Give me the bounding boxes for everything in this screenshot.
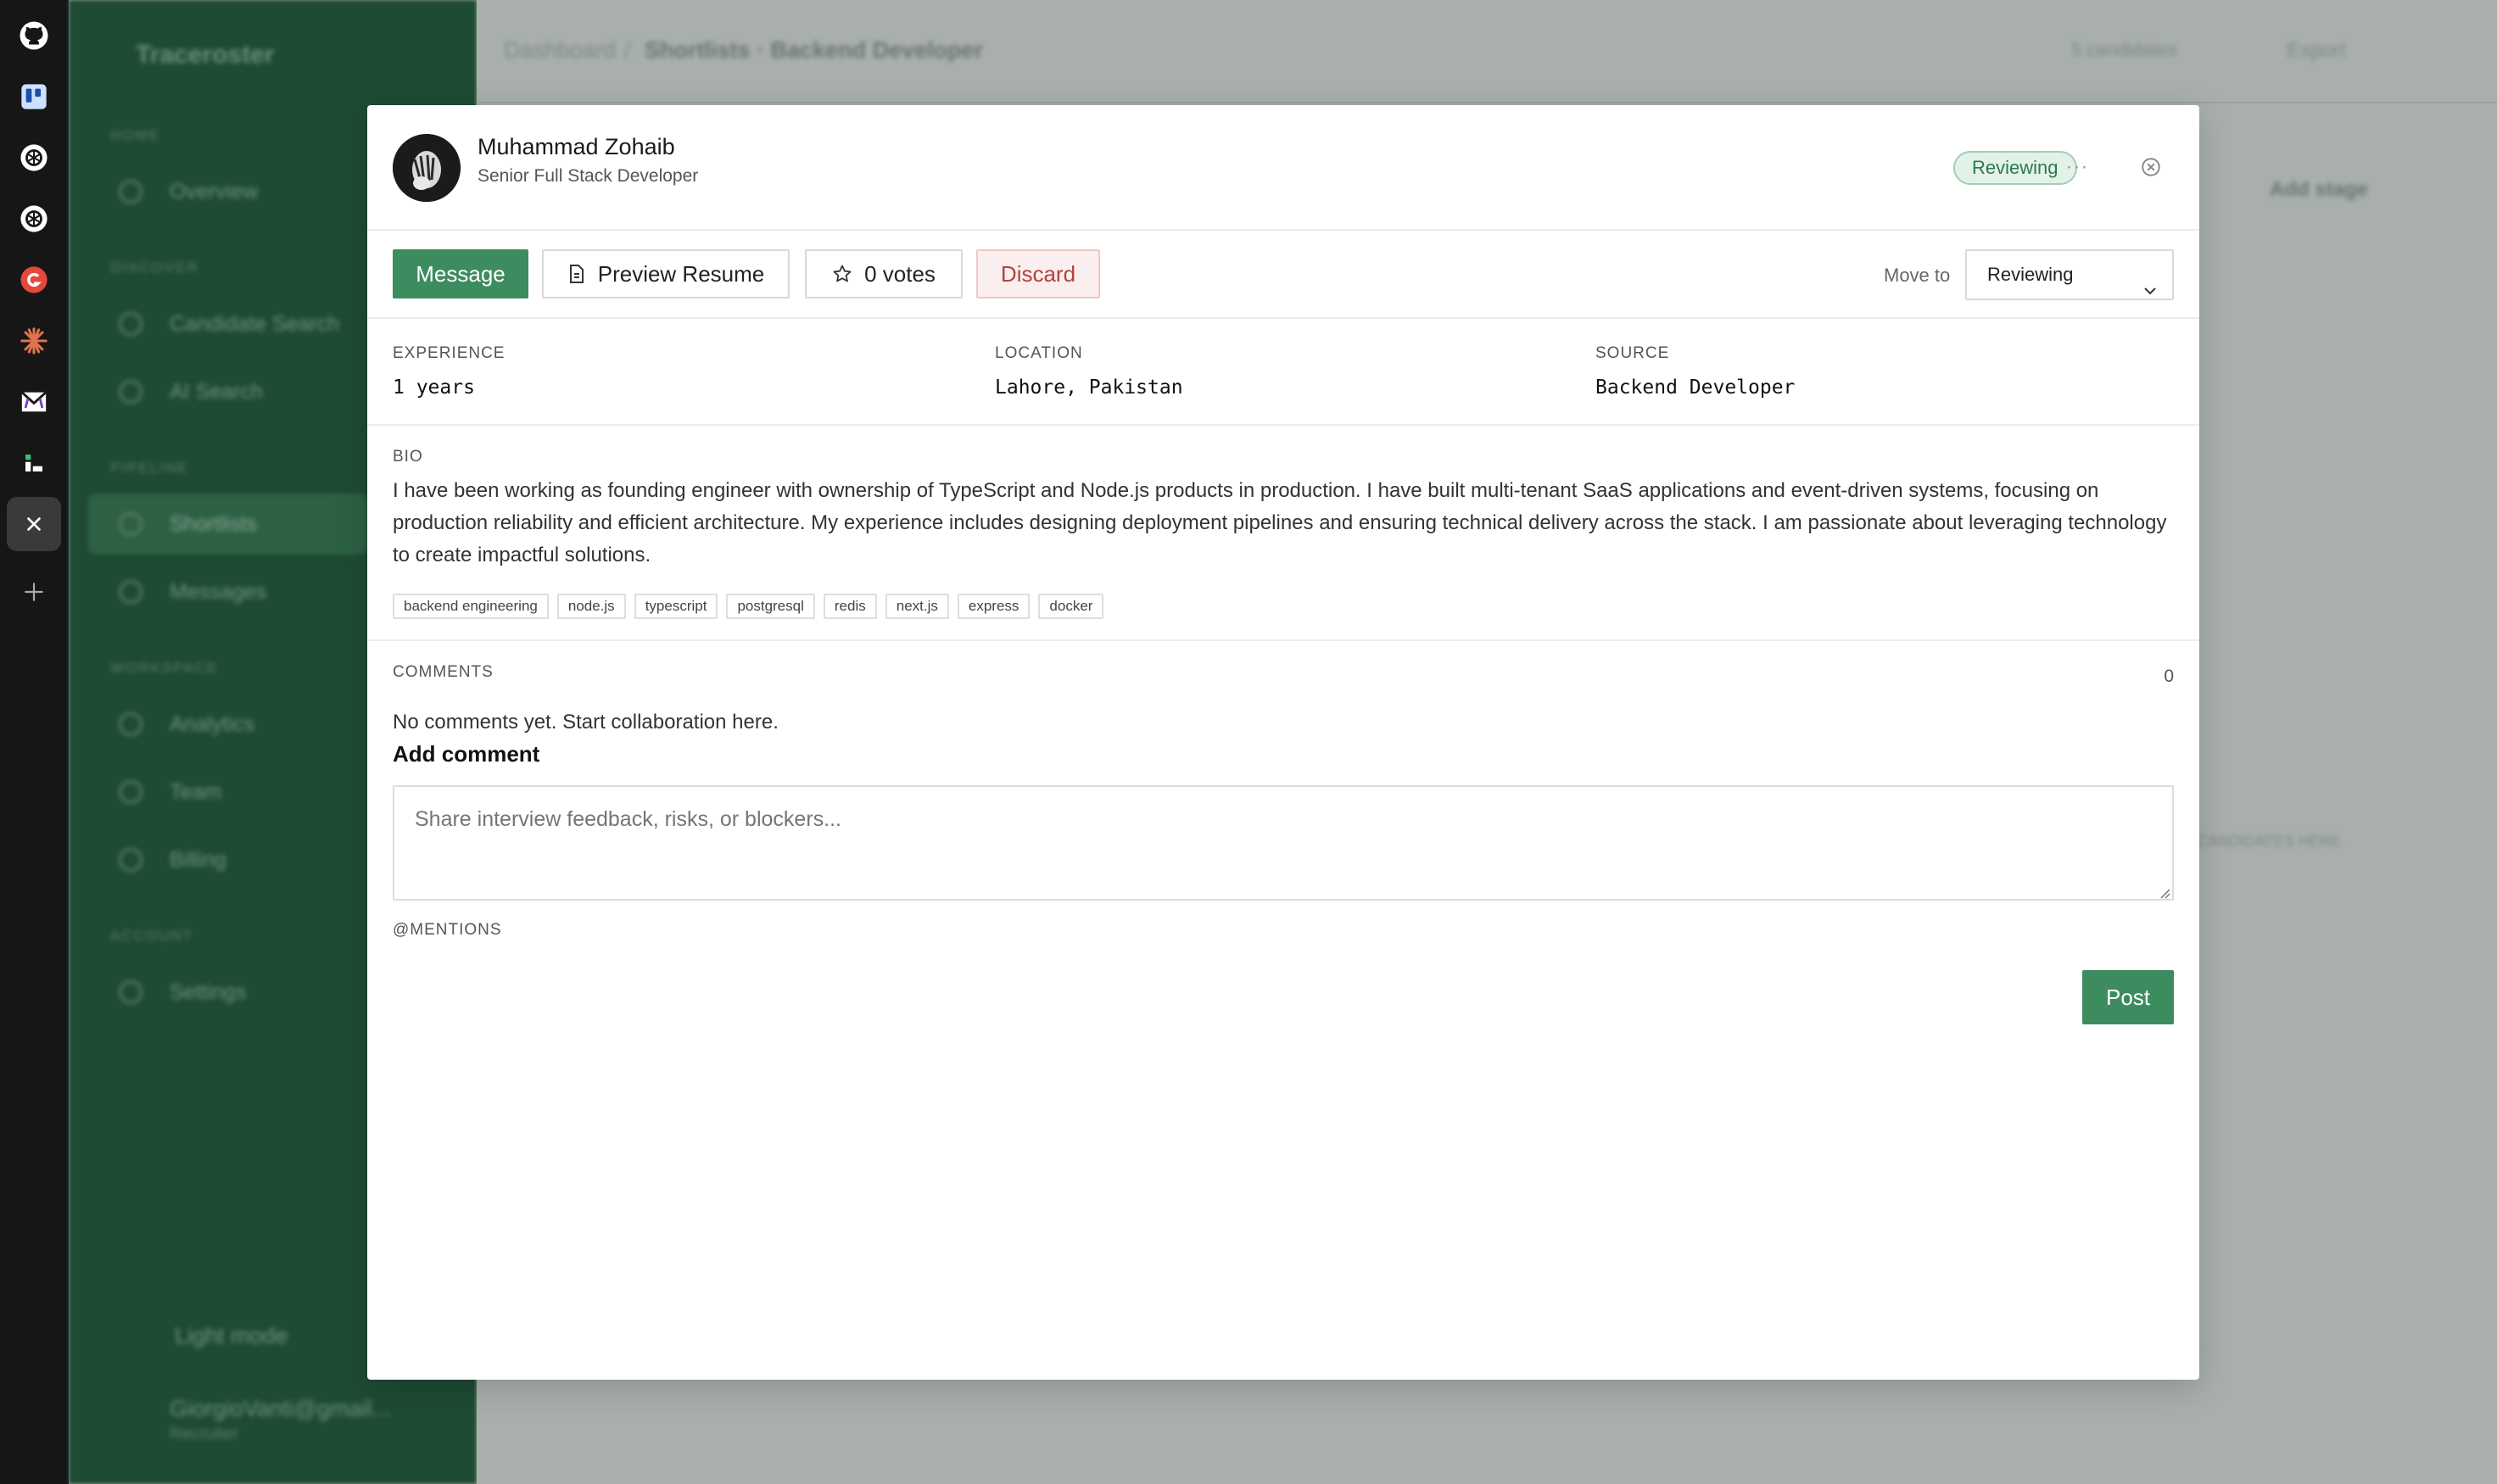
background-candidates-here: CANDIDATES HERE <box>2197 833 2341 850</box>
chevron-down-icon <box>2143 268 2157 295</box>
skill-tag: backend engineering <box>393 594 549 619</box>
background-breadcrumb-current: Shortlists · Backend Developer <box>645 37 984 63</box>
more-options-icon[interactable]: ··· <box>2062 154 2092 180</box>
background-user-email: GiorgioVanti@gmail... <box>170 1396 392 1421</box>
skill-tag: redis <box>823 594 877 619</box>
mentions-label: @MENTIONS <box>393 921 502 939</box>
message-button[interactable]: Message <box>393 249 528 298</box>
location-label: LOCATION <box>995 344 1083 362</box>
comments-empty-text: No comments yet. Start collaboration her… <box>393 711 779 734</box>
background-breadcrumb-root: Dashboard <box>504 37 617 63</box>
background-candidate-count: 5 candidates <box>2071 39 2177 60</box>
comment-input[interactable] <box>393 785 2174 901</box>
action-bar: Message Preview Resume 0 votes Discard M… <box>367 231 2199 319</box>
candidate-info: EXPERIENCE 1 years LOCATION Lahore, Paki… <box>367 319 2199 426</box>
background-section-label: WORKSPACE <box>110 660 219 676</box>
candidate-modal: Muhammad Zohaib Senior Full Stack Develo… <box>367 105 2199 1380</box>
move-to-select[interactable]: Reviewing <box>1965 249 2174 300</box>
chatgpt-icon[interactable] <box>7 131 61 185</box>
background-nav-item: Messages <box>88 561 368 622</box>
source-field: SOURCE Backend Developer <box>1595 344 1795 399</box>
background-theme-toggle: Light mode <box>175 1323 288 1348</box>
source-value: Backend Developer <box>1595 377 1796 399</box>
skill-tag: postgresql <box>726 594 815 619</box>
mail-icon[interactable] <box>7 375 61 429</box>
experience-value: 1 years <box>393 377 475 399</box>
location-field: LOCATION Lahore, Pakistan <box>995 344 1183 399</box>
comments-section: COMMENTS 0 No comments yet. Start collab… <box>367 641 2199 1150</box>
status-badge: Reviewing <box>1953 151 2077 185</box>
background-nav-item: Shortlists <box>88 494 368 555</box>
background-section-label: ACCOUNT <box>110 928 194 944</box>
move-to-label: Move to <box>1884 265 1951 286</box>
votes-label: 0 votes <box>864 260 936 287</box>
background-nav-item: Settings <box>88 962 368 1023</box>
skill-tag: node.js <box>556 594 626 619</box>
grammarly-icon[interactable] <box>7 253 61 307</box>
background-nav-item: Candidate Search <box>88 293 368 354</box>
background-nav-item: Team <box>88 762 368 823</box>
trello-icon[interactable] <box>7 70 61 124</box>
document-icon <box>567 264 586 284</box>
claude-icon[interactable] <box>7 314 61 368</box>
background-brand: Traceroster <box>136 41 275 69</box>
modal-header: Muhammad Zohaib Senior Full Stack Develo… <box>367 105 2199 231</box>
background-nav-item: Billing <box>88 829 368 890</box>
background-export: Export <box>2287 39 2346 62</box>
background-nav-item: AI Search <box>88 361 368 422</box>
experience-label: EXPERIENCE <box>393 344 506 362</box>
add-app-icon[interactable] <box>7 565 61 619</box>
votes-button[interactable]: 0 votes <box>805 249 963 298</box>
bio-label: BIO <box>393 448 423 466</box>
skill-tag: express <box>957 594 1031 619</box>
skill-tag: typescript <box>634 594 718 619</box>
github-icon[interactable] <box>7 8 61 63</box>
discard-button[interactable]: Discard <box>976 249 1100 298</box>
bio-section: BIO I have been working as founding engi… <box>367 426 2199 641</box>
skill-tags: backend engineering node.js typescript p… <box>393 594 1104 619</box>
candidate-title: Senior Full Stack Developer <box>478 166 699 186</box>
close-app-icon[interactable] <box>7 497 61 551</box>
resize-handle-icon[interactable] <box>2159 887 2170 899</box>
background-section-label: HOME <box>110 127 160 143</box>
background-user-role: Recruiter <box>170 1425 239 1443</box>
preview-resume-label: Preview Resume <box>597 260 765 287</box>
background-breadcrumb-sep: / <box>624 37 631 63</box>
post-button[interactable]: Post <box>2082 970 2174 1024</box>
source-label: SOURCE <box>1595 344 1670 362</box>
background-nav-item: Analytics <box>88 694 368 755</box>
add-comment-title: Add comment <box>393 741 540 767</box>
app-dock <box>0 0 69 1484</box>
background-nav-item: Overview <box>88 161 368 222</box>
chatgpt-icon-2[interactable] <box>7 192 61 246</box>
background-section-label: PIPELINE <box>110 460 189 476</box>
preview-resume-button[interactable]: Preview Resume <box>542 249 790 298</box>
skill-tag: next.js <box>885 594 949 619</box>
close-icon[interactable] <box>2140 156 2162 178</box>
background-add-stage: Add stage <box>2270 178 2369 201</box>
background-section-label: DISCOVER <box>110 259 199 276</box>
candidate-name: Muhammad Zohaib <box>478 134 675 159</box>
avatar <box>393 134 461 202</box>
location-value: Lahore, Pakistan <box>995 377 1183 399</box>
app-icon[interactable] <box>7 436 61 490</box>
comments-label: COMMENTS <box>393 663 494 681</box>
move-to-value: Reviewing <box>1987 264 2074 285</box>
comments-count: 0 <box>2164 667 2174 686</box>
star-icon <box>832 264 852 284</box>
experience-field: EXPERIENCE 1 years <box>393 344 505 399</box>
bio-text: I have been working as founding engineer… <box>393 479 2167 566</box>
skill-tag: docker <box>1038 594 1104 619</box>
